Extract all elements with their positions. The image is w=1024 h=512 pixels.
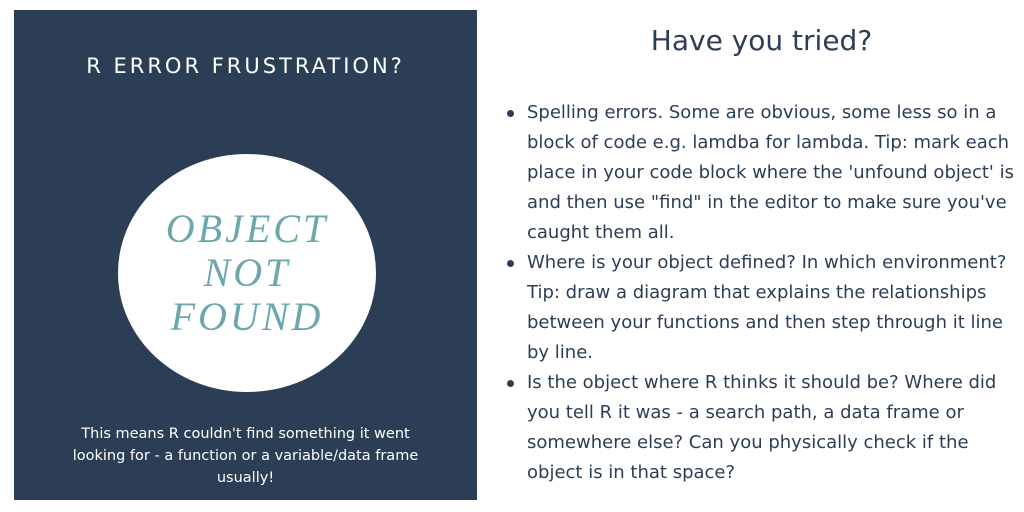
bullet-icon [507,380,514,387]
tip-text: Spelling errors. Some are obvious, some … [527,102,1014,243]
info-panel: R ERROR FRUSTRATION? OBJECT NOT FOUND Th… [14,10,477,500]
tips-list: Spelling errors. Some are obvious, some … [507,98,1019,488]
list-item: Spelling errors. Some are obvious, some … [507,98,1019,248]
tips-title: Have you tried? [650,24,873,57]
list-item: Where is your object defined? In which e… [507,248,1019,368]
badge-line-2: NOT [203,250,291,295]
error-badge-circle: OBJECT NOT FOUND [118,154,376,392]
tip-text: Is the object where R thinks it should b… [527,372,997,483]
bullet-icon [507,110,514,117]
panel-heading: R ERROR FRUSTRATION? [86,54,405,78]
panel-caption: This means R couldn't find something it … [72,426,419,486]
badge-line-3: FOUND [170,294,324,339]
bullet-icon [507,260,514,267]
badge-line-1: OBJECT [165,206,329,251]
list-item: Is the object where R thinks it should b… [507,368,1019,488]
tip-text: Where is your object defined? In which e… [527,252,1007,363]
